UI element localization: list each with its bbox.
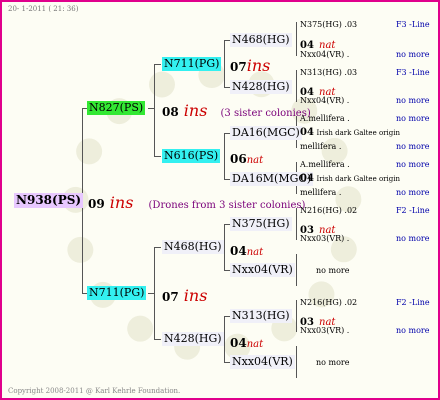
no-more-label: no more — [396, 326, 430, 335]
connector — [224, 40, 225, 87]
root-year: 09 — [88, 197, 105, 211]
g3-queen-8[interactable]: Nxx04(VR) — [230, 355, 295, 369]
g4-parent[interactable]: Nxx03(VR) . — [300, 326, 349, 336]
connector — [154, 339, 161, 340]
no-more-label: no more — [316, 266, 350, 275]
dam-year-line: 07 ins — [162, 288, 207, 304]
dam-year: 07 — [162, 290, 179, 304]
connector — [296, 346, 297, 378]
no-more-label: no more — [396, 142, 430, 151]
g3-queen-6[interactable]: Nxx04(VR) — [230, 263, 295, 277]
ds-year-line: 04nat — [230, 244, 264, 258]
g4-parent[interactable]: Nxx03(VR) . — [300, 234, 349, 244]
sire-year-line: 08 ins (3 sister colonies) — [162, 103, 311, 119]
sire-queen[interactable]: N827(PS) — [87, 101, 146, 115]
no-more-label: no more — [396, 96, 430, 105]
connector — [224, 316, 225, 362]
g3-queen-5[interactable]: N375(HG) — [230, 217, 292, 231]
connector — [224, 224, 225, 270]
line-label: F3 -Line — [396, 20, 430, 29]
sire-mark: ins — [183, 101, 208, 120]
line-label: F3 -Line — [396, 68, 430, 77]
g4-parent[interactable]: mellifera . — [300, 188, 341, 198]
connector — [154, 64, 155, 156]
g4-origin-line: 04 Irish dark Galtee origin — [300, 127, 400, 138]
connector — [296, 254, 297, 286]
g4-parent[interactable]: A.mellifera . — [300, 114, 350, 124]
pedigree-frame: 20- 1-2011 ( 21: 36) N938(PS) 09 ins (Dr… — [0, 0, 440, 400]
dd-year-line: 04nat — [230, 336, 264, 350]
line-label: F2 -Line — [396, 298, 430, 307]
connector — [296, 300, 297, 332]
connector — [148, 108, 154, 109]
root-mark: ins — [109, 193, 134, 212]
sd-queen[interactable]: N616(PS) — [162, 149, 221, 163]
ss-year-line: 07ins — [230, 56, 271, 75]
dam-mark: ins — [183, 286, 208, 305]
g4-parent[interactable]: Nxx04(VR) . — [300, 50, 349, 60]
root-queen[interactable]: N938(PS) — [14, 193, 84, 208]
date-stamp: 20- 1-2011 ( 21: 36) — [8, 5, 79, 13]
sire-year: 08 — [162, 105, 179, 119]
g4-parent[interactable]: A.mellifera . — [300, 160, 350, 170]
root-note: (Drones from 3 sister colonies) — [148, 200, 306, 211]
g4-origin-line: 04 Irish dark Galtee origin — [300, 173, 400, 184]
g4-year-line: 04 nat — [300, 40, 336, 51]
connector — [296, 208, 297, 240]
g4-parent[interactable]: N216(HG) .02 — [300, 298, 357, 308]
connector — [296, 22, 297, 56]
no-more-label: no more — [396, 50, 430, 59]
g3-queen-1[interactable]: N468(HG) — [230, 33, 292, 47]
line-label: F2 -Line — [396, 206, 430, 215]
g3-queen-7[interactable]: N313(HG) — [230, 309, 292, 323]
no-more-label: no more — [396, 234, 430, 243]
connector — [154, 156, 161, 157]
g4-parent[interactable]: N313(HG) .03 — [300, 68, 357, 78]
g3-queen-3[interactable]: DA16(MGC) — [230, 126, 302, 140]
no-more-label: no more — [316, 358, 350, 367]
g4-parent[interactable]: N375(HG) .03 — [300, 20, 357, 30]
g4-parent[interactable]: N216(HG) .02 — [300, 206, 357, 216]
sire-note: (3 sister colonies) — [220, 108, 311, 119]
connector — [154, 247, 161, 248]
no-more-label: no more — [396, 114, 430, 123]
connector — [296, 70, 297, 102]
dam-queen[interactable]: N711(PG) — [87, 286, 147, 300]
connector — [154, 247, 155, 339]
ss-queen[interactable]: N711(PG) — [162, 57, 222, 71]
dd-queen[interactable]: N428(HG) — [162, 332, 224, 346]
connector — [148, 293, 154, 294]
g4-parent[interactable]: mellifera . — [300, 142, 341, 152]
g4-parent[interactable]: Nxx04(VR) . — [300, 96, 349, 106]
ds-queen[interactable]: N468(HG) — [162, 240, 224, 254]
no-more-label: no more — [396, 160, 430, 169]
no-more-label: no more — [396, 188, 430, 197]
root-year-line: 09 ins (Drones from 3 sister colonies) — [88, 195, 305, 211]
g3-queen-2[interactable]: N428(HG) — [230, 80, 292, 94]
connector — [154, 64, 161, 65]
connector — [224, 133, 225, 179]
sd-year-line: 06nat — [230, 152, 264, 166]
copyright: Copyright 2008-2011 @ Karl Kehrle Founda… — [8, 387, 181, 395]
